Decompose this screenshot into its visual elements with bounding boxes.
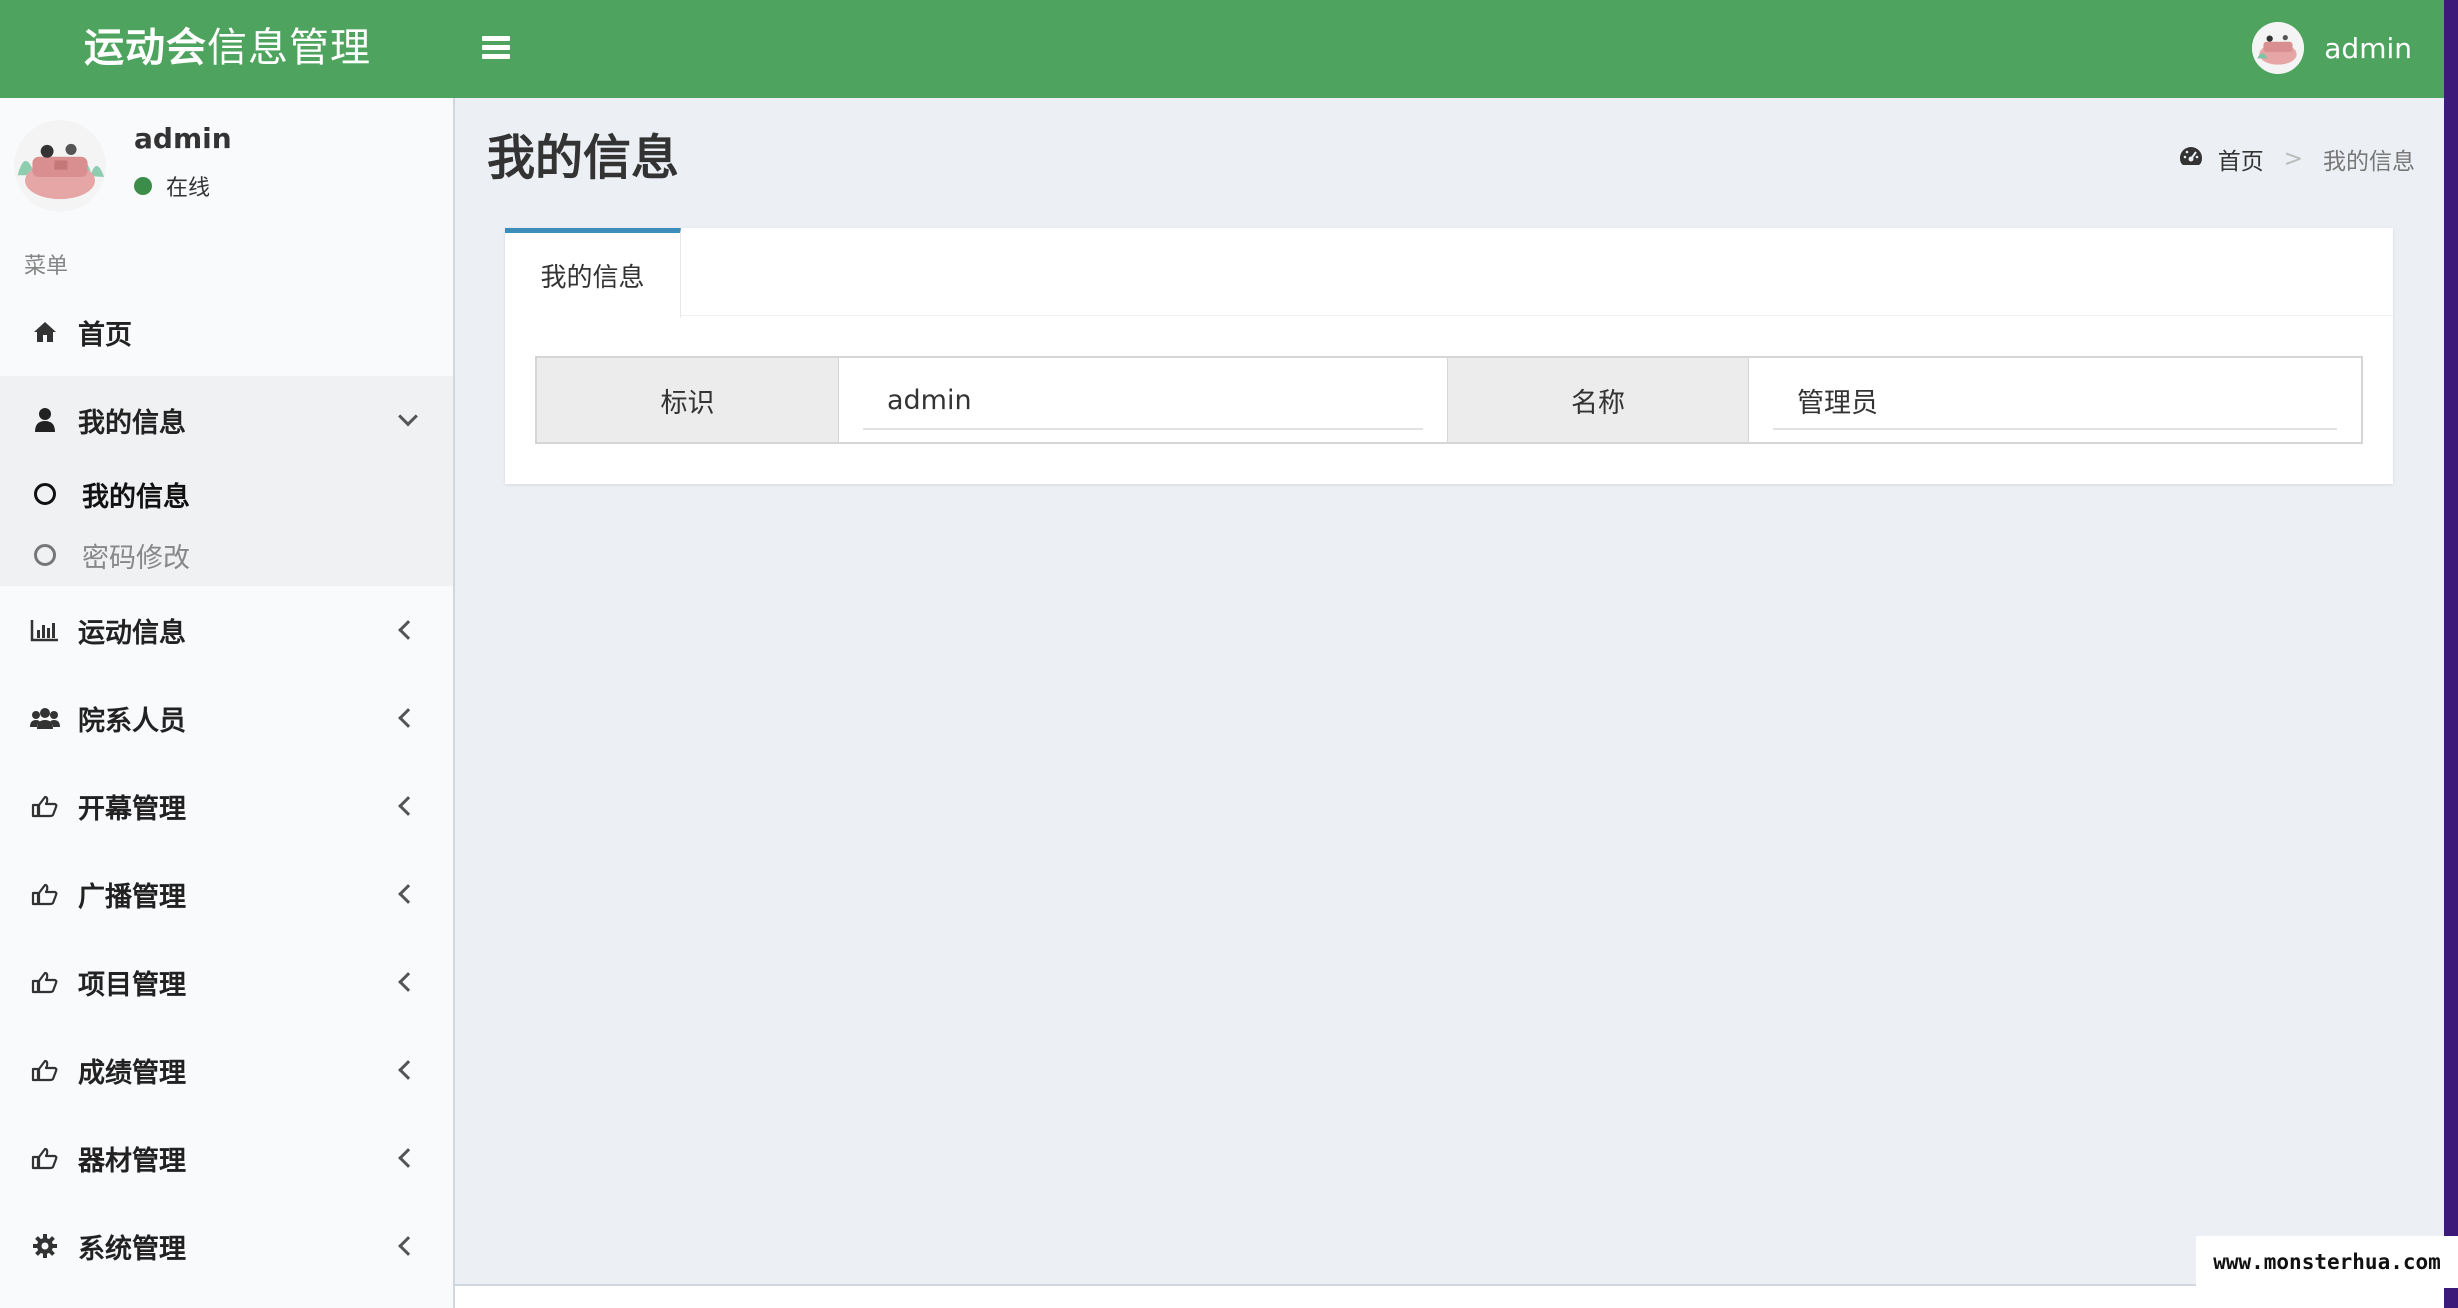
sidebar-item-broadcast[interactable]: 广播管理 [0,850,453,938]
sidebar-subitem-my-info[interactable]: 我的信息 [0,464,453,524]
sidebar-item-my-info[interactable]: 我的信息 [0,376,453,464]
sidebar-group-my-info: 我的信息 我的信息 密码修改 [0,376,453,586]
sidebar-toggle-button[interactable] [476,32,516,66]
sidebar-subitem-change-password[interactable]: 密码修改 [0,524,453,586]
hamburger-icon-line [482,54,510,59]
circle-icon [34,483,56,505]
sidebar-item-sports-info[interactable]: 运动信息 [0,586,453,674]
circle-icon [34,544,56,566]
users-icon [28,701,62,735]
sidebar: admin 在线 菜单 首页 我的信息 我的信息 密码修改 运动信息 院系人员 … [0,98,455,1308]
sidebar-item-system[interactable]: 系统管理 [0,1202,453,1290]
logo-normal-text: 信息管理 [207,25,371,71]
user-menu[interactable]: admin [2252,20,2412,76]
sidebar-item-label: 开幕管理 [78,793,186,825]
avatar [14,120,106,212]
sidebar-item-home[interactable]: 首页 [0,288,453,376]
sidebar-item-label: 器材管理 [78,1145,186,1177]
avatar [2252,22,2305,74]
chevron-left-icon [398,1060,418,1080]
top-navbar: 运动会信息管理 admin [0,0,2444,98]
chevron-left-icon [398,1148,418,1168]
chevron-left-icon [398,1236,418,1256]
thumbs-up-icon [28,877,62,911]
online-status-text: 在线 [166,176,211,201]
chevron-left-icon [398,884,418,904]
main-content: 我的信息 首页 > 我的信息 我的信息 标识 名称 [455,98,2444,1284]
thumbs-up-icon [28,965,62,999]
page-title: 我的信息 [487,130,680,186]
sidebar-item-label: 我的信息 [78,407,186,439]
info-table: 标识 名称 [535,356,2363,444]
chevron-left-icon [398,796,418,816]
footer [455,1284,2444,1308]
logo-bold-text: 运动会 [84,25,207,71]
user-icon [28,403,62,437]
tab-bar: 我的信息 [505,228,2393,318]
watermark: www.monsterhua.com [2196,1236,2458,1288]
sidebar-menu: 首页 我的信息 我的信息 密码修改 运动信息 院系人员 开幕管理 广播管理 项目… [0,288,453,1290]
sidebar-item-label: 项目管理 [78,969,186,1001]
sidebar-item-departments[interactable]: 院系人员 [0,674,453,762]
header-username: admin [2324,31,2412,65]
id-field[interactable] [863,372,1423,430]
chevron-down-icon [398,406,418,427]
sidebar-item-label: 成绩管理 [78,1057,186,1089]
sidebar-item-label: 首页 [78,319,132,351]
breadcrumb-separator: > [2283,146,2303,172]
online-status: 在线 [134,170,210,202]
chevron-left-icon [398,972,418,992]
breadcrumb-home-link[interactable]: 首页 [2178,142,2264,176]
hamburger-icon [482,36,510,41]
online-dot-icon [134,177,152,195]
field-cell-name [1749,358,2361,442]
field-label-name: 名称 [1447,358,1749,442]
sidebar-item-scores[interactable]: 成绩管理 [0,1026,453,1114]
breadcrumb: 首页 > 我的信息 [2178,142,2415,176]
sidebar-subitem-label: 密码修改 [82,542,190,574]
chevron-left-icon [398,620,418,640]
sidebar-username: admin [134,122,232,155]
sidebar-item-label: 广播管理 [78,881,186,913]
dashboard-icon [2178,145,2204,173]
sidebar-item-projects[interactable]: 项目管理 [0,938,453,1026]
sidebar-subitem-label: 我的信息 [82,481,190,513]
thumbs-up-icon [28,789,62,823]
sidebar-item-equipment[interactable]: 器材管理 [0,1114,453,1202]
field-cell-id [839,358,1447,442]
hamburger-icon-line [482,45,510,50]
thumbs-up-icon [28,1053,62,1087]
sidebar-item-label: 院系人员 [78,705,186,737]
app-logo[interactable]: 运动会信息管理 [84,20,371,76]
sidebar-item-opening[interactable]: 开幕管理 [0,762,453,850]
menu-header: 菜单 [24,254,69,279]
bar-chart-icon [28,613,62,647]
home-icon [28,315,62,349]
chevron-left-icon [398,708,418,728]
sidebar-user-panel: admin 在线 [14,120,444,220]
sidebar-item-label: 系统管理 [78,1233,186,1265]
breadcrumb-current: 我的信息 [2323,149,2415,175]
field-label-id: 标识 [537,358,839,442]
gear-icon [28,1229,62,1263]
info-panel: 我的信息 标识 名称 [505,228,2393,484]
thumbs-up-icon [28,1141,62,1175]
name-field[interactable] [1773,372,2337,430]
window-edge [2444,0,2458,1308]
sidebar-item-label: 运动信息 [78,617,186,649]
tab-my-info[interactable]: 我的信息 [505,228,681,318]
breadcrumb-home-label: 首页 [2217,149,2264,175]
